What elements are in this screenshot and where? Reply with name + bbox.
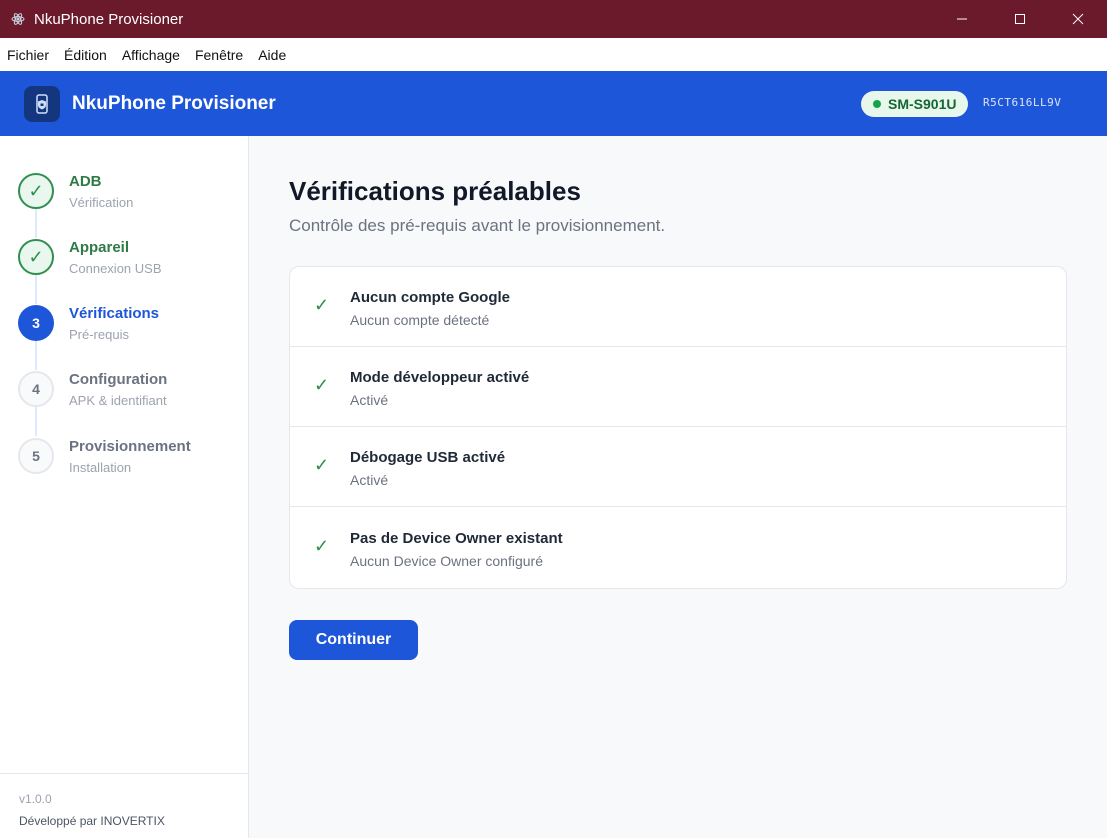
step-verifications: 3 Vérifications Pré-requis — [18, 305, 238, 361]
developer-credit: Développé par INOVERTIX — [19, 814, 165, 828]
device-model: SM-S901U — [888, 96, 957, 112]
step-appareil: ✓ Appareil Connexion USB — [18, 239, 238, 295]
minimize-icon — [957, 18, 967, 20]
step-number: 5 — [18, 438, 54, 474]
step-provisionnement: 5 Provisionnement Installation — [18, 438, 238, 494]
check-row: ✓ Mode développeur activé Activé — [290, 347, 1066, 427]
step-title: Provisionnement — [69, 438, 191, 455]
close-icon — [1072, 13, 1084, 25]
check-title: Débogage USB activé — [350, 449, 506, 466]
step-number: 3 — [18, 305, 54, 341]
check-icon: ✓ — [314, 536, 330, 556]
window-controls — [933, 0, 1107, 38]
step-title: ADB — [69, 173, 102, 190]
maximize-icon — [1015, 14, 1025, 24]
menu-edition[interactable]: Édition — [64, 47, 107, 63]
app-header: NkuPhone Provisioner SM-S901U R5CT616LL9… — [0, 71, 1107, 136]
step-title: Configuration — [69, 371, 168, 388]
window-title: NkuPhone Provisioner — [34, 10, 184, 28]
check-title: Pas de Device Owner existant — [350, 530, 563, 547]
check-detail: Aucun Device Owner configuré — [350, 553, 543, 569]
check-detail: Activé — [350, 472, 389, 488]
electron-app-icon — [10, 11, 26, 27]
step-title: Appareil — [69, 239, 130, 256]
device-status-badge: SM-S901U — [861, 91, 969, 117]
close-button[interactable] — [1049, 0, 1107, 38]
page-title: Vérifications préalables — [289, 176, 581, 206]
minimize-button[interactable] — [933, 0, 991, 38]
step-title: Vérifications — [69, 305, 160, 322]
connected-dot-icon — [873, 100, 881, 108]
check-row: ✓ Débogage USB activé Activé — [290, 427, 1066, 507]
step-subtitle: Installation — [69, 460, 132, 475]
title-bar: NkuPhone Provisioner — [0, 0, 1107, 38]
sidebar-footer: v1.0.0 Développé par INOVERTIX — [0, 773, 248, 838]
check-icon: ✓ — [314, 295, 330, 315]
step-subtitle: Connexion USB — [69, 261, 162, 276]
check-detail: Aucun compte détecté — [350, 312, 490, 328]
step-configuration: 4 Configuration APK & identifiant — [18, 371, 238, 427]
check-icon: ✓ — [314, 455, 330, 475]
check-icon: ✓ — [314, 375, 330, 395]
check-row: ✓ Pas de Device Owner existant Aucun Dev… — [290, 508, 1066, 588]
menu-fenetre[interactable]: Fenêtre — [195, 47, 243, 63]
check-title: Aucun compte Google — [350, 289, 511, 306]
check-row: ✓ Aucun compte Google Aucun compte détec… — [290, 267, 1066, 347]
check-icon: ✓ — [18, 239, 54, 275]
sidebar-stepper: ✓ ADB Vérification ✓ Appareil Connexion … — [0, 136, 249, 838]
step-adb: ✓ ADB Vérification — [18, 173, 238, 229]
prerequisite-checklist: ✓ Aucun compte Google Aucun compte détec… — [289, 266, 1067, 589]
check-detail: Activé — [350, 392, 389, 408]
step-number: 4 — [18, 371, 54, 407]
menu-fichier[interactable]: Fichier — [7, 47, 49, 63]
device-serial: R5CT616LL9V — [983, 96, 1062, 109]
maximize-button[interactable] — [991, 0, 1049, 38]
phone-lock-icon — [24, 85, 60, 122]
app-version: v1.0.0 — [19, 792, 52, 806]
step-subtitle: Vérification — [69, 195, 134, 210]
continue-button[interactable]: Continuer — [289, 620, 418, 660]
main-content: Vérifications préalables Contrôle des pr… — [249, 136, 1107, 838]
page-subtitle: Contrôle des pré-requis avant le provisi… — [289, 216, 666, 235]
menu-affichage[interactable]: Affichage — [122, 47, 180, 63]
step-subtitle: Pré-requis — [69, 327, 129, 342]
check-title: Mode développeur activé — [350, 369, 530, 386]
check-icon: ✓ — [18, 173, 54, 209]
menu-bar: Fichier Édition Affichage Fenêtre Aide — [0, 38, 1107, 71]
menu-aide[interactable]: Aide — [258, 47, 286, 63]
step-subtitle: APK & identifiant — [69, 393, 167, 408]
app-name: NkuPhone Provisioner — [72, 92, 276, 114]
